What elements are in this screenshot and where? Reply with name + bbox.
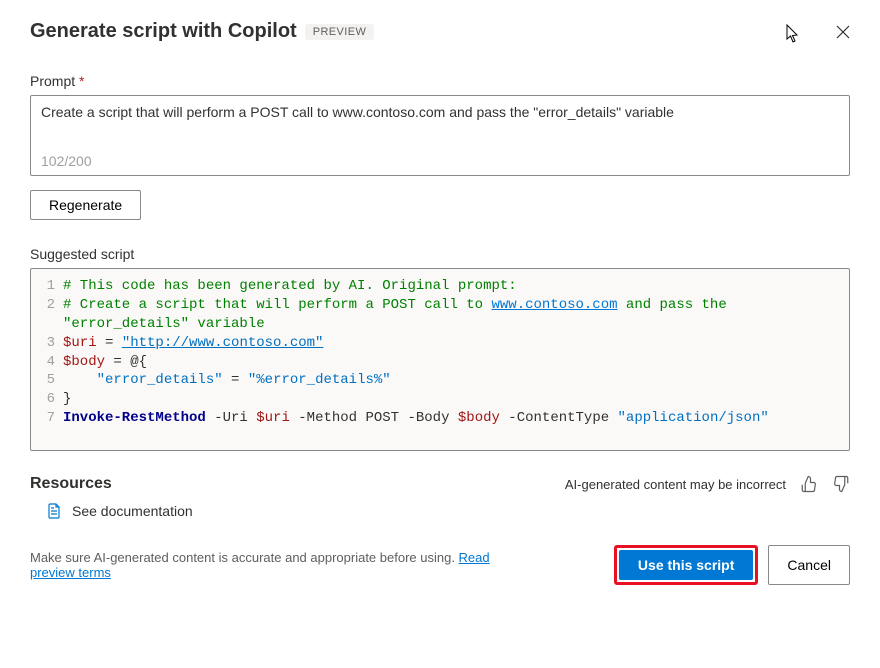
thumbs-up-icon[interactable] (800, 475, 818, 493)
prompt-input-container[interactable]: 102/200 (30, 95, 850, 176)
code-line: 1 # This code has been generated by AI. … (31, 277, 849, 296)
prompt-label: Prompt * (30, 73, 850, 89)
footer-disclaimer: Make sure AI-generated content is accura… (30, 550, 490, 580)
code-line: 3 $uri = "http://www.contoso.com" (31, 334, 849, 353)
preview-badge: PREVIEW (305, 24, 375, 40)
copilot-panel: Generate script with Copilot PREVIEW Pro… (0, 0, 880, 668)
panel-title: Generate script with Copilot (30, 20, 297, 43)
feedback-group: AI-generated content may be incorrect (565, 475, 850, 493)
thumbs-down-icon[interactable] (832, 475, 850, 493)
code-line: 6 } (31, 390, 849, 409)
code-line: 5 "error_details" = "%error_details%" (31, 371, 849, 390)
close-icon[interactable] (836, 25, 850, 39)
prompt-input[interactable] (41, 104, 839, 150)
code-line: 7 Invoke-RestMethod -Uri $uri -Method PO… (31, 409, 849, 428)
code-editor[interactable]: 1 # This code has been generated by AI. … (30, 268, 850, 451)
highlight-box: Use this script (614, 545, 758, 585)
suggested-script-label: Suggested script (30, 246, 850, 262)
code-line: 4 $body = @{ (31, 353, 849, 372)
panel-header: Generate script with Copilot PREVIEW (30, 20, 850, 43)
char-counter: 102/200 (41, 153, 839, 169)
document-icon (46, 503, 62, 519)
footer: Make sure AI-generated content is accura… (30, 545, 850, 585)
regenerate-button[interactable]: Regenerate (30, 190, 141, 220)
title-group: Generate script with Copilot PREVIEW (30, 20, 374, 43)
cancel-button[interactable]: Cancel (768, 545, 850, 585)
code-line: 2 # Create a script that will perform a … (31, 296, 849, 334)
resources-heading: Resources (30, 475, 112, 493)
ai-disclaimer-short: AI-generated content may be incorrect (565, 477, 786, 492)
see-documentation-link[interactable]: See documentation (46, 503, 850, 519)
footer-actions: Use this script Cancel (614, 545, 850, 585)
required-asterisk: * (79, 73, 84, 89)
resources-row: Resources AI-generated content may be in… (30, 475, 850, 493)
use-script-button[interactable]: Use this script (619, 550, 753, 580)
doc-link-label: See documentation (72, 503, 193, 519)
